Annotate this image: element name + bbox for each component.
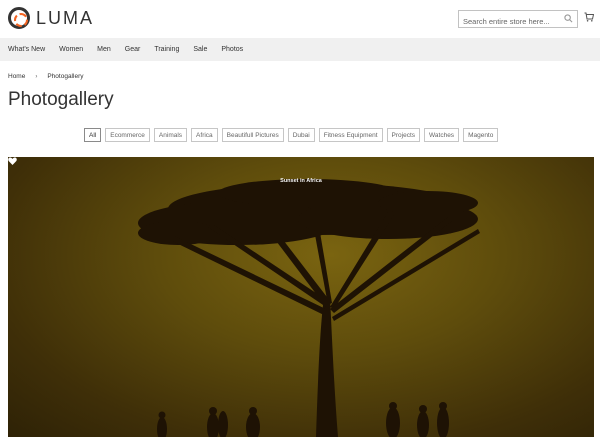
- heart-icon[interactable]: [8, 157, 17, 165]
- chevron-right-icon: ›: [35, 73, 38, 80]
- filter-dubai-button[interactable]: Dubai: [287, 128, 315, 142]
- breadcrumb-home-link[interactable]: Home: [8, 73, 25, 80]
- search-box: [458, 10, 578, 30]
- filter-animals-button[interactable]: Animals: [153, 128, 188, 142]
- luma-logo[interactable]: LUMA: [8, 7, 94, 29]
- main-navigation: What's New Women Men Gear Training Sale …: [0, 38, 600, 61]
- cart-icon[interactable]: [584, 12, 594, 22]
- nav-item-whats-new[interactable]: What's New: [8, 46, 45, 53]
- site-header: LUMA: [0, 0, 600, 38]
- nav-item-men[interactable]: Men: [97, 46, 111, 53]
- gallery-filter-bar: All Ecommerce Animals Africa Beautifull …: [84, 128, 499, 142]
- nav-item-training[interactable]: Training: [154, 46, 179, 53]
- filter-ecommerce-button[interactable]: Ecommerce: [105, 128, 150, 142]
- filter-africa-button[interactable]: Africa: [191, 128, 218, 142]
- filter-fitness-equipment-button[interactable]: Fitness Equipment: [318, 128, 383, 142]
- gallery-photo[interactable]: Sunset in Africa: [8, 157, 594, 437]
- nav-item-gear[interactable]: Gear: [125, 46, 141, 53]
- nav-item-women[interactable]: Women: [59, 46, 83, 53]
- filter-beautifull-pictures-button[interactable]: Beautifull Pictures: [221, 128, 284, 142]
- photo-caption: Sunset in Africa: [280, 178, 322, 184]
- filter-all-button[interactable]: All: [84, 128, 102, 142]
- breadcrumb: Home › Photogallery: [8, 73, 83, 80]
- acacia-tree-silhouette-image: [138, 179, 480, 437]
- search-icon[interactable]: [564, 14, 573, 23]
- filter-projects-button[interactable]: Projects: [386, 128, 421, 142]
- logo-icon: [8, 7, 30, 29]
- nav-item-photos[interactable]: Photos: [221, 46, 243, 53]
- nav-item-sale[interactable]: Sale: [193, 46, 207, 53]
- page-title: Photogallery: [8, 89, 114, 110]
- filter-watches-button[interactable]: Watches: [424, 128, 460, 142]
- breadcrumb-current: Photogallery: [47, 73, 84, 80]
- filter-magento-button[interactable]: Magento: [463, 128, 499, 142]
- search-input[interactable]: [459, 13, 559, 30]
- logo-text: LUMA: [36, 7, 95, 28]
